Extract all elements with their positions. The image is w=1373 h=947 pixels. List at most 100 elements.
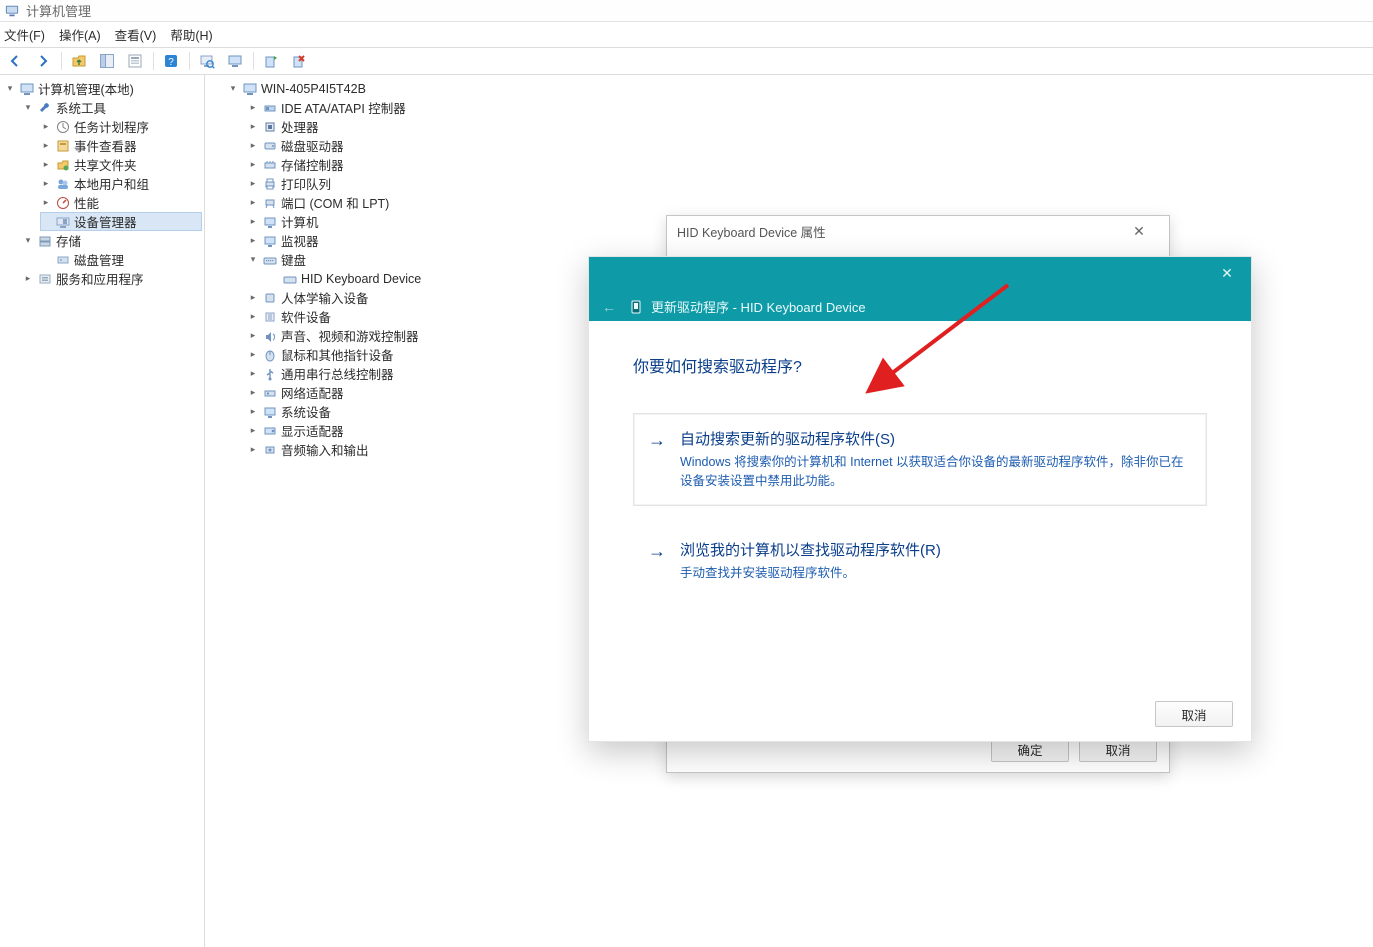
device-category[interactable]: ▸打印队列	[247, 174, 1371, 193]
device-root[interactable]: ▾ WIN-405P4I5T42B	[227, 79, 1371, 98]
expand-icon[interactable]: ▸	[247, 121, 259, 133]
device-category[interactable]: ▸处理器	[247, 117, 1371, 136]
tree-event-viewer[interactable]: ▸ 事件查看器	[40, 136, 202, 155]
update-driver-button[interactable]	[258, 50, 284, 72]
wizard-cancel-button[interactable]: 取消	[1155, 701, 1233, 727]
app-icon	[4, 3, 20, 19]
arrow-right-icon: →	[648, 539, 666, 561]
expand-icon[interactable]: ▸	[247, 140, 259, 152]
collapse-icon[interactable]: ▾	[227, 83, 239, 95]
monitor-icon-button[interactable]	[222, 50, 248, 72]
menu-view[interactable]: 查看(V)	[115, 25, 157, 44]
tree-label: HID Keyboard Device	[301, 272, 421, 286]
tree-root[interactable]: ▾ 计算机管理(本地)	[4, 79, 202, 98]
menu-file[interactable]: 文件(F)	[4, 25, 45, 44]
expand-icon[interactable]: ▸	[247, 292, 259, 304]
device-category[interactable]: ▸端口 (COM 和 LPT)	[247, 193, 1371, 212]
expand-icon[interactable]: ▸	[247, 349, 259, 361]
expand-icon[interactable]: ▸	[247, 235, 259, 247]
expand-icon[interactable]: ▸	[247, 216, 259, 228]
shared-folders-icon	[55, 157, 71, 173]
tree-performance[interactable]: ▸ 性能	[40, 193, 202, 212]
tree-disk-management[interactable]: · 磁盘管理	[40, 250, 202, 269]
expand-icon[interactable]: ▸	[40, 197, 52, 209]
expand-icon[interactable]: ▸	[247, 368, 259, 380]
tree-shared-folders[interactable]: ▸ 共享文件夹	[40, 155, 202, 174]
uninstall-device-button[interactable]	[286, 50, 312, 72]
device-category[interactable]: ▸IDE ATA/ATAPI 控制器	[247, 98, 1371, 117]
app-title: 计算机管理	[26, 1, 91, 20]
tree-label: 系统设备	[281, 402, 331, 421]
wizard-title: 更新驱动程序 - HID Keyboard Device	[651, 297, 866, 316]
tree-label: 共享文件夹	[74, 155, 137, 174]
system-device-icon	[262, 404, 278, 420]
wizard-back-button[interactable]: ←	[599, 297, 619, 317]
expand-icon[interactable]: ▸	[247, 406, 259, 418]
device-category[interactable]: ▸磁盘驱动器	[247, 136, 1371, 155]
show-hide-tree-button[interactable]	[94, 50, 120, 72]
wizard-option-title: 自动搜索更新的驱动程序软件(S)	[680, 428, 1188, 449]
tree-label: 磁盘管理	[74, 250, 124, 269]
collapse-icon[interactable]: ▾	[22, 235, 34, 247]
storage-controller-icon	[262, 157, 278, 173]
tree-storage[interactable]: ▾ 存储	[22, 231, 202, 250]
expand-icon[interactable]: ▸	[40, 178, 52, 190]
expand-icon[interactable]: ▸	[247, 197, 259, 209]
expand-icon[interactable]: ▸	[247, 311, 259, 323]
close-button[interactable]: ✕	[1119, 223, 1159, 240]
tree-local-users[interactable]: ▸ 本地用户和组	[40, 174, 202, 193]
management-tree[interactable]: ▾ 计算机管理(本地) ▾	[2, 79, 202, 288]
tree-label: 网络适配器	[281, 383, 344, 402]
up-level-button[interactable]	[66, 50, 92, 72]
scan-hardware-button[interactable]	[194, 50, 220, 72]
tree-device-manager[interactable]: · 设备管理器	[40, 212, 202, 231]
sound-icon	[262, 328, 278, 344]
performance-icon	[55, 195, 71, 211]
expand-icon[interactable]: ▸	[247, 444, 259, 456]
tree-label: 任务计划程序	[74, 117, 149, 136]
menu-help[interactable]: 帮助(H)	[170, 25, 212, 44]
tree-services-apps[interactable]: ▸ 服务和应用程序	[22, 269, 202, 288]
expand-icon[interactable]: ▸	[40, 159, 52, 171]
expand-icon[interactable]: ▸	[247, 330, 259, 342]
tree-label: 键盘	[281, 250, 306, 269]
tree-system-tools[interactable]: ▾ 系统工具	[22, 98, 202, 117]
tree-label: 事件查看器	[74, 136, 137, 155]
help-button[interactable]: ?	[158, 50, 184, 72]
printer-icon	[262, 176, 278, 192]
wizard-close-button[interactable]: ✕	[1211, 263, 1243, 283]
expand-icon[interactable]: ▸	[247, 102, 259, 114]
expand-icon[interactable]: ▸	[247, 425, 259, 437]
computer-node-icon	[262, 214, 278, 230]
tree-label: 存储控制器	[281, 155, 344, 174]
disk-management-icon	[55, 252, 71, 268]
wizard-option-auto-search[interactable]: → 自动搜索更新的驱动程序软件(S) Windows 将搜索你的计算机和 Int…	[633, 413, 1207, 506]
device-category[interactable]: ▸ 存储控制器	[247, 155, 1371, 174]
users-icon	[55, 176, 71, 192]
collapse-icon[interactable]: ▾	[22, 102, 34, 114]
tree-label: 存储	[56, 231, 81, 250]
toolbar: ?	[0, 47, 1373, 75]
network-adapter-icon	[262, 385, 278, 401]
nav-back-button[interactable]	[2, 50, 28, 72]
collapse-icon[interactable]: ▾	[247, 254, 259, 266]
expand-icon[interactable]: ▸	[22, 273, 34, 285]
expand-icon[interactable]: ▸	[247, 159, 259, 171]
display-adapter-icon	[262, 423, 278, 439]
properties-titlebar[interactable]: HID Keyboard Device 属性 ✕	[667, 216, 1169, 246]
expand-icon[interactable]: ▸	[40, 140, 52, 152]
tree-task-scheduler[interactable]: ▸ 任务计划程序	[40, 117, 202, 136]
keyboard-icon	[262, 252, 278, 268]
expand-icon[interactable]: ▸	[247, 387, 259, 399]
collapse-icon[interactable]: ▾	[4, 83, 16, 95]
menubar: 文件(F) 操作(A) 查看(V) 帮助(H)	[0, 22, 1373, 47]
tree-label: 鼠标和其他指针设备	[281, 345, 394, 364]
menu-action[interactable]: 操作(A)	[59, 25, 101, 44]
expand-icon[interactable]: ▸	[40, 121, 52, 133]
properties-button[interactable]	[122, 50, 148, 72]
wizard-option-browse-computer[interactable]: → 浏览我的计算机以查找驱动程序软件(R) 手动查找并安装驱动程序软件。	[633, 524, 1207, 598]
wizard-option-title: 浏览我的计算机以查找驱动程序软件(R)	[680, 539, 941, 560]
expand-icon[interactable]: ▸	[247, 178, 259, 190]
nav-forward-button[interactable]	[30, 50, 56, 72]
monitor-icon	[262, 233, 278, 249]
